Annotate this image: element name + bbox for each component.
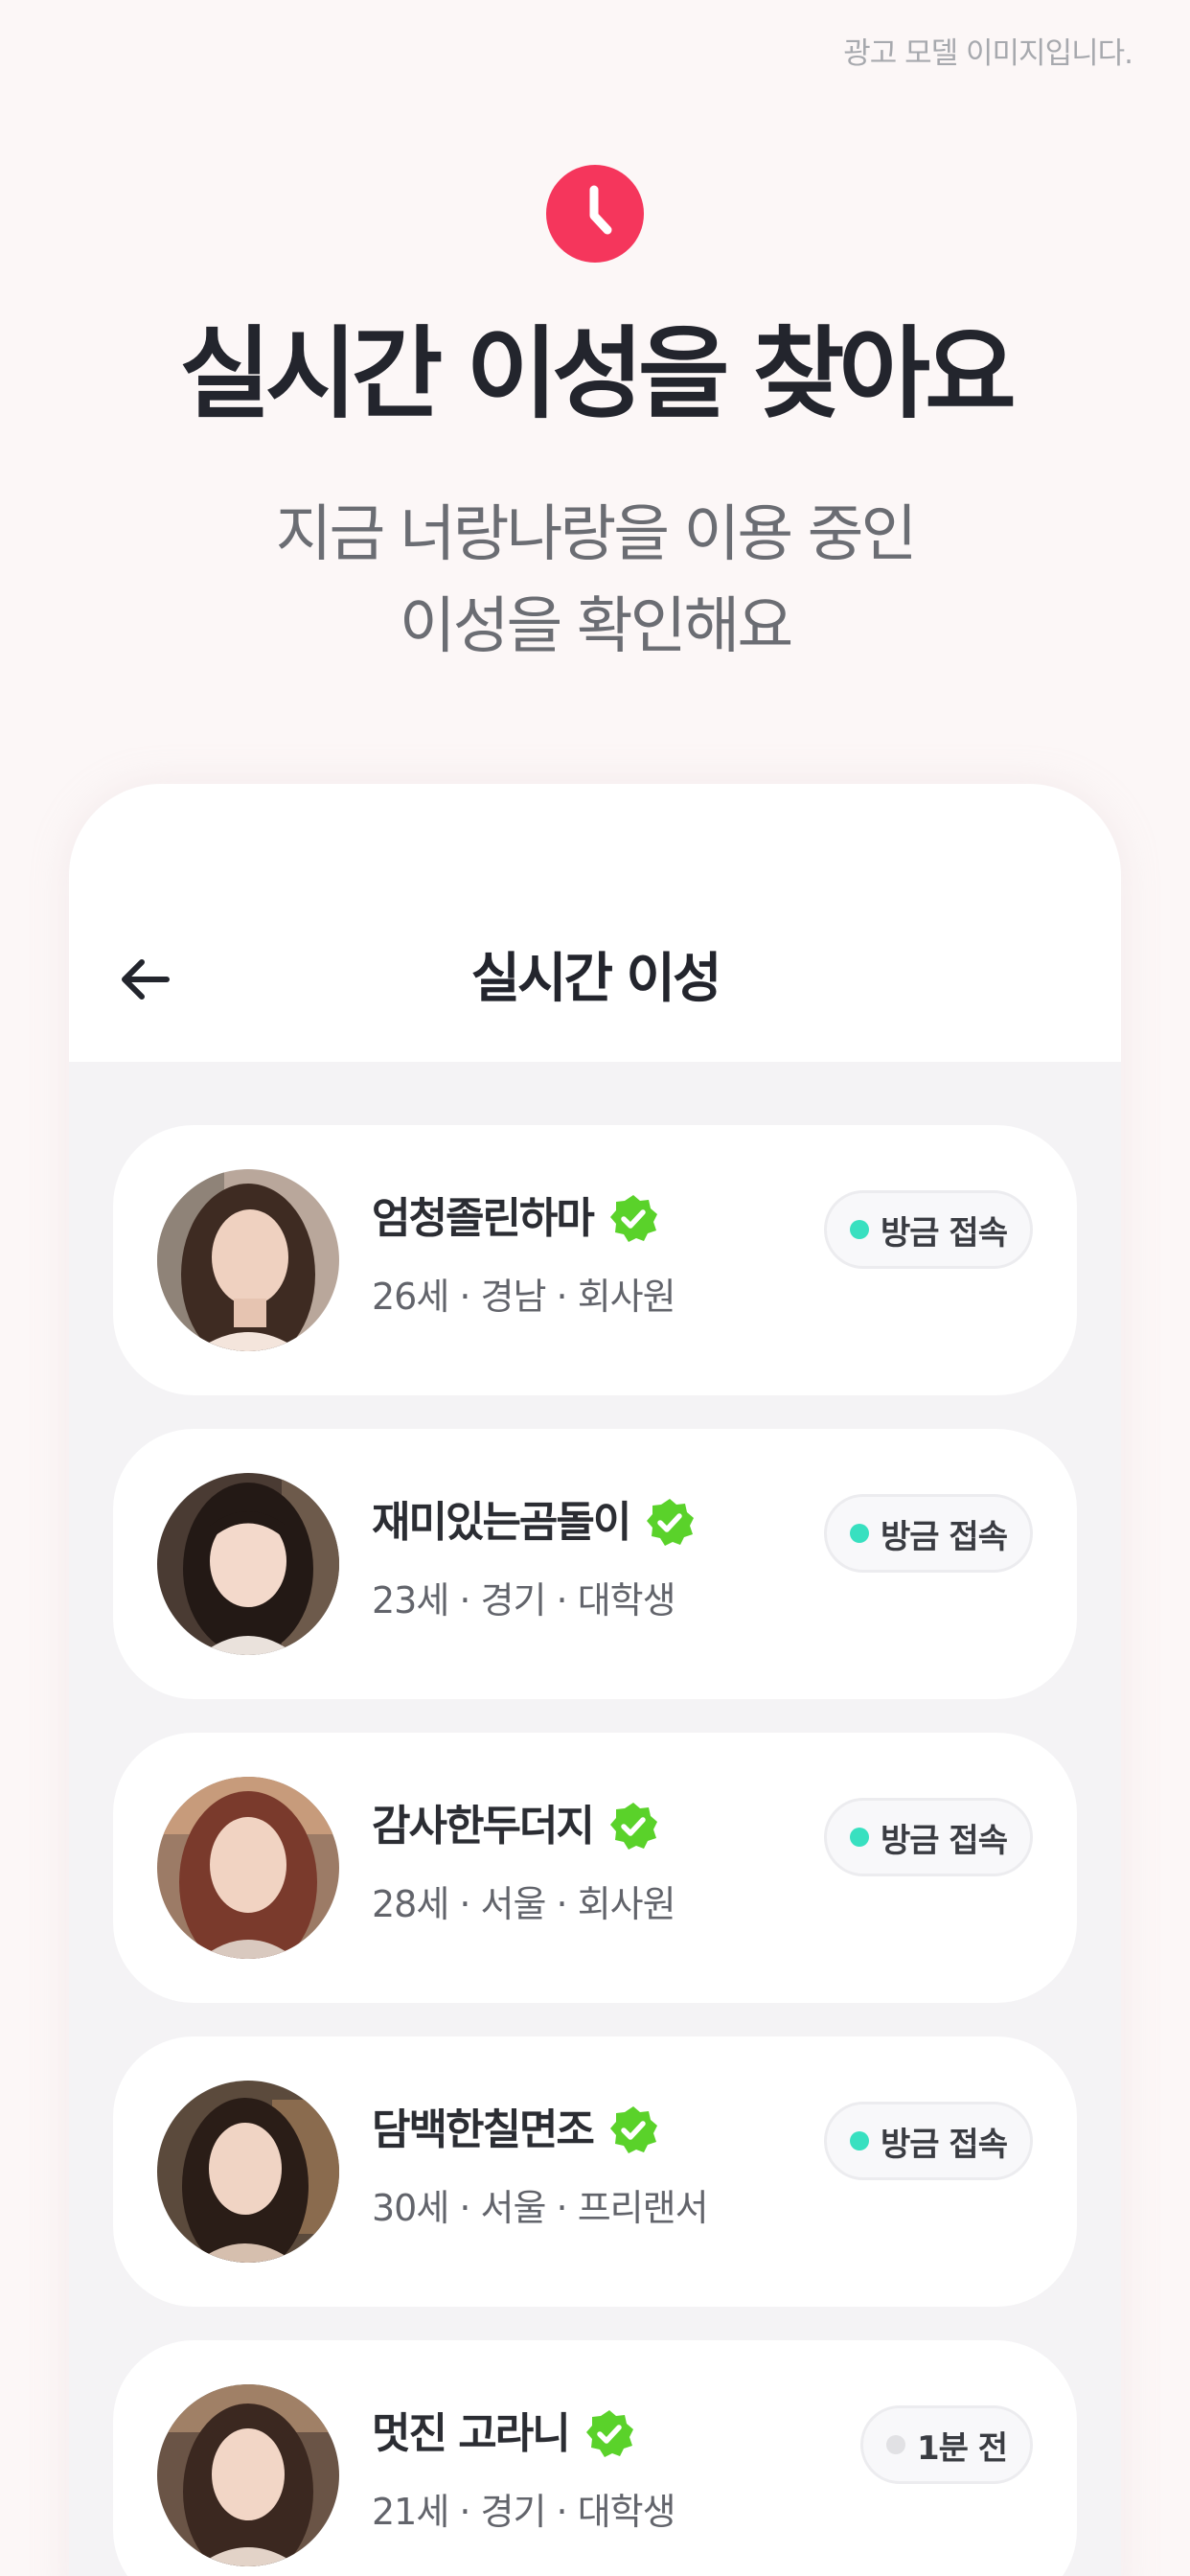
verified-badge-icon bbox=[583, 2407, 636, 2461]
page-subtitle: 지금 너랑나랑을 이용 중인 이성을 확인해요 bbox=[0, 489, 1190, 673]
screen-title: 실시간 이성 bbox=[470, 948, 721, 1010]
online-dot-icon bbox=[850, 1220, 870, 1239]
ad-model-notice: 광고 모델 이미지입니다. bbox=[843, 36, 1133, 71]
app-header: 실시간 이성 bbox=[69, 784, 1121, 1062]
user-meta: 21세 · 경기 · 대학생 bbox=[372, 2491, 676, 2533]
status-text: 1분 전 bbox=[916, 2428, 1008, 2468]
user-meta: 30세 · 서울 · 프리랜서 bbox=[372, 2187, 709, 2229]
verified-badge-icon bbox=[606, 1800, 660, 1853]
user-card[interactable]: 재미있는곰돌이 23세 · 경기 · 대학생 방금 접속 bbox=[113, 1429, 1077, 1699]
status-badge: 방금 접속 bbox=[824, 1190, 1033, 1269]
online-dot-icon bbox=[850, 2131, 870, 2150]
status-badge: 방금 접속 bbox=[824, 1494, 1033, 1573]
avatar bbox=[157, 1169, 339, 1351]
phone-mockup: 실시간 이성 엄청졸린하마 26세 · 경남 · 회사원 방금 접속 재미있는곰… bbox=[69, 784, 1121, 2576]
status-badge: 1분 전 bbox=[859, 2405, 1033, 2484]
user-name: 재미있는곰돌이 bbox=[372, 1498, 631, 1547]
status-text: 방금 접속 bbox=[881, 2125, 1008, 2164]
user-meta: 26세 · 경남 · 회사원 bbox=[372, 1276, 676, 1318]
verified-badge-icon bbox=[606, 1192, 660, 1246]
user-meta: 23세 · 경기 · 대학생 bbox=[372, 1579, 676, 1622]
subtitle-line-2: 이성을 확인해요 bbox=[399, 591, 794, 662]
status-badge: 방금 접속 bbox=[824, 1798, 1033, 1876]
user-card[interactable]: 멋진 고라니 21세 · 경기 · 대학생 1분 전 bbox=[113, 2340, 1077, 2576]
user-name: 엄청졸린하마 bbox=[372, 1194, 595, 1243]
avatar bbox=[157, 2384, 339, 2566]
status-text: 방금 접속 bbox=[881, 1517, 1008, 1556]
user-meta: 28세 · 서울 · 회사원 bbox=[372, 1883, 676, 1925]
user-card[interactable]: 감사한두더지 28세 · 서울 · 회사원 방금 접속 bbox=[113, 1733, 1077, 2003]
verified-badge-icon bbox=[643, 1496, 697, 1550]
clock-icon bbox=[546, 165, 644, 263]
subtitle-line-1: 지금 너랑나랑을 이용 중인 bbox=[275, 499, 918, 570]
avatar bbox=[157, 1473, 339, 1655]
online-dot-icon bbox=[850, 1828, 870, 1847]
online-dot-icon bbox=[850, 1524, 870, 1543]
verified-badge-icon bbox=[606, 2104, 660, 2157]
user-name: 멋진 고라니 bbox=[372, 2409, 571, 2458]
page-headline: 실시간 이성을 찾아요 bbox=[179, 315, 1017, 432]
user-card[interactable]: 엄청졸린하마 26세 · 경남 · 회사원 방금 접속 bbox=[113, 1125, 1077, 1395]
status-text: 방금 접속 bbox=[881, 1213, 1008, 1253]
avatar bbox=[157, 2081, 339, 2263]
user-name: 담백한칠면조 bbox=[372, 2105, 595, 2154]
user-name: 감사한두더지 bbox=[372, 1802, 595, 1851]
user-card[interactable]: 담백한칠면조 30세 · 서울 · 프리랜서 방금 접속 bbox=[113, 2036, 1077, 2307]
avatar bbox=[157, 1777, 339, 1959]
status-text: 방금 접속 bbox=[881, 1821, 1008, 1860]
offline-dot-icon bbox=[885, 2435, 905, 2454]
status-badge: 방금 접속 bbox=[824, 2102, 1033, 2180]
